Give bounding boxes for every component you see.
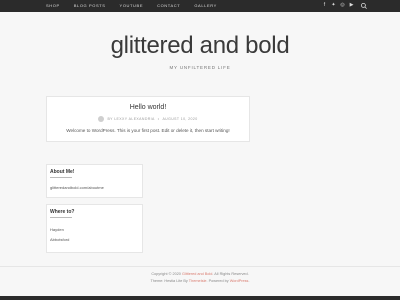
nav-item-shop[interactable]: Shop	[46, 3, 60, 9]
footer-divider	[0, 266, 400, 267]
post-card: Hello world! BY LEXXY ALEXANDRIA • AUGUS…	[46, 96, 250, 142]
footer-credits: Theme: Hestia Lite By ThemeIsle. Powered…	[0, 279, 400, 283]
bottom-bar	[0, 296, 400, 300]
site-tagline: MY UNFILTERED LIFE	[169, 65, 231, 70]
theme-text: Theme: Hestia Lite By	[150, 279, 189, 283]
widget-title: Where to?	[50, 209, 75, 215]
where-link-hayden[interactable]: Hayden	[50, 227, 64, 232]
post-date: AUGUST 10, 2020	[162, 117, 198, 121]
where-link-abbotsford[interactable]: Abbotsford	[50, 237, 69, 242]
nav-item-blog-posts[interactable]: Blog Posts	[74, 3, 106, 9]
about-link[interactable]: glitteredandbold.com/aboutme	[50, 185, 104, 190]
post-excerpt: Welcome to WordPress. This is your first…	[66, 128, 230, 133]
twitter-icon[interactable]: ✦	[331, 3, 336, 8]
theme-author-link[interactable]: ThemeIsle	[189, 279, 207, 283]
powered-suffix: .	[248, 279, 250, 283]
nav-item-contact[interactable]: Contact	[157, 3, 180, 9]
site-title[interactable]: glittered and bold	[0, 33, 400, 59]
nav-item-gallery[interactable]: Gallery	[194, 3, 217, 9]
copyright-text: Copyright © 2020	[151, 272, 182, 276]
wordpress-link[interactable]: WordPress	[230, 279, 249, 283]
rights-text: . All Rights Reserved.	[212, 272, 249, 276]
youtube-icon[interactable]: ▶	[349, 3, 354, 8]
nav-item-youtube[interactable]: Youtube	[120, 3, 144, 9]
author-avatar	[98, 116, 105, 122]
footer-copyright: Copyright © 2020 Glittered and Bold. All…	[0, 272, 400, 276]
powered-text: . Powered by	[206, 279, 230, 283]
widget-divider	[50, 177, 72, 178]
widget-divider	[50, 217, 72, 218]
meta-separator: •	[157, 117, 160, 121]
main-nav: Shop Blog Posts Youtube Contact Gallery	[46, 3, 217, 9]
about-widget: About Me! glitteredandbold.com/aboutme	[46, 164, 143, 198]
footer-site-link[interactable]: Glittered and Bold	[182, 272, 212, 276]
social-links: f ✦ ◎ ▶	[322, 3, 354, 8]
instagram-icon[interactable]: ◎	[340, 3, 345, 8]
post-author[interactable]: BY LEXXY ALEXANDRIA	[107, 117, 154, 121]
search-icon[interactable]	[360, 2, 368, 10]
top-navigation-bar: Shop Blog Posts Youtube Contact Gallery …	[0, 0, 400, 12]
post-title[interactable]: Hello world!	[47, 104, 249, 111]
post-meta: BY LEXXY ALEXANDRIA • AUGUST 10, 2020	[47, 116, 249, 122]
where-widget: Where to? Hayden Abbotsford	[46, 204, 143, 253]
facebook-icon[interactable]: f	[322, 3, 327, 8]
widget-title: About Me!	[50, 169, 75, 175]
